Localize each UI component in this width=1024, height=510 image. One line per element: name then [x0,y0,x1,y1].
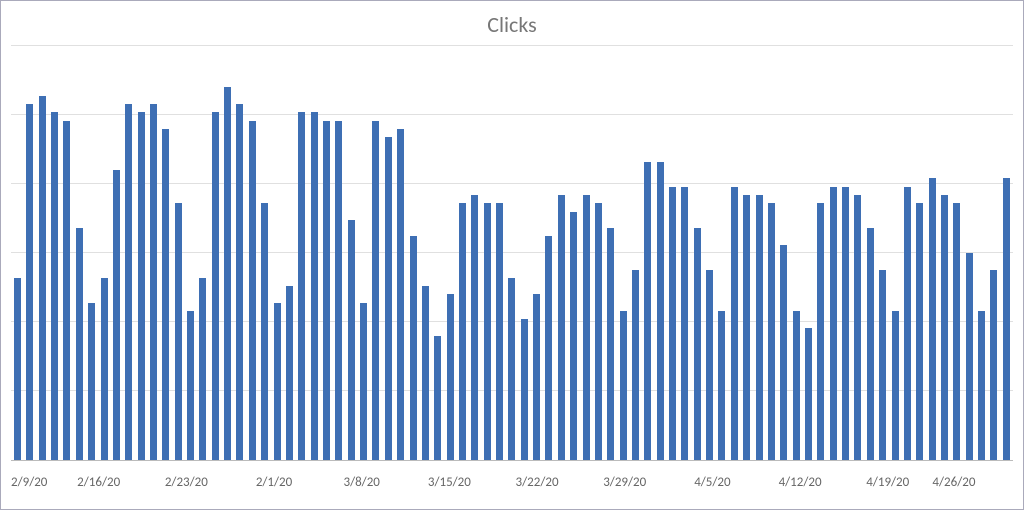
bar [570,212,577,460]
x-axis-labels: 2/9/20 2/16/20 2/23/20 2/1/20 3/8/20 3/15/20 3… [11,475,1013,495]
bar [768,203,775,460]
bar [953,203,960,460]
bar [854,195,861,460]
bar [978,311,985,460]
bar [26,104,33,460]
bar [101,278,108,460]
bar [558,195,565,460]
bar [583,195,590,460]
bar [63,121,70,460]
x-tick-label: 3/22/20 [516,475,559,490]
bar [706,270,713,460]
bar [372,121,379,460]
bar [941,195,948,460]
bar [224,87,231,460]
x-tick-label: 4/5/20 [694,475,730,490]
bar [88,303,95,460]
bar [471,195,478,460]
x-tick-label: 4/26/20 [932,475,975,490]
bar [335,121,342,460]
bar [298,112,305,460]
bar [14,278,21,460]
bar [311,112,318,460]
x-tick-label: 4/19/20 [866,475,909,490]
bar [521,319,528,460]
bar [669,187,676,460]
bar [484,203,491,460]
bar [929,178,936,460]
bar [51,112,58,460]
bar [113,170,120,460]
bar [323,121,330,460]
bar [236,104,243,460]
bar [533,294,540,460]
bar [360,303,367,460]
x-tick-label: 3/15/20 [428,475,471,490]
chart-container: Clicks 2/9/20 2/16/20 2/23/20 2/1/20 3/8/20 3… [0,0,1024,510]
bar [138,112,145,460]
bar [187,311,194,460]
bar [966,253,973,460]
bar [434,336,441,460]
bar [904,187,911,460]
bar [199,278,206,460]
bar [261,203,268,460]
bar [125,104,132,460]
bar [916,203,923,460]
bar [508,278,515,460]
bar [1003,178,1010,460]
bar [731,187,738,460]
bar [595,203,602,460]
bar [496,203,503,460]
x-tick-label: 2/9/20 [11,475,47,490]
bar [842,187,849,460]
x-tick-label: 3/8/20 [343,475,379,490]
bar [545,236,552,460]
x-tick-label: 4/12/20 [779,475,822,490]
bar [212,112,219,460]
bar [681,187,688,460]
chart-title: Clicks [11,11,1013,38]
x-tick-label: 3/29/20 [603,475,646,490]
x-tick-label: 2/1/20 [256,475,292,490]
bar [162,129,169,460]
bar [718,311,725,460]
bar [39,96,46,460]
bar [694,228,701,460]
plot-area [11,46,1013,461]
bar [620,311,627,460]
bar [805,328,812,460]
bar [150,104,157,460]
bar [286,286,293,460]
bar [867,228,874,460]
bar [756,195,763,460]
bar [607,228,614,460]
x-tick-label: 2/16/20 [77,475,120,490]
bars-area [11,46,1013,460]
bar [422,286,429,460]
bar [274,303,281,460]
bar [447,294,454,460]
bar [879,270,886,460]
bar [743,195,750,460]
bar [76,228,83,460]
bar [780,245,787,460]
bar [397,129,404,460]
bar [459,203,466,460]
bar [793,311,800,460]
bar [644,162,651,460]
bar [385,137,392,460]
bar [410,236,417,460]
bar [830,187,837,460]
bar [632,270,639,460]
bar [348,220,355,460]
bar [249,121,256,460]
bar [175,203,182,460]
x-tick-label: 2/23/20 [165,475,208,490]
bar [657,162,664,460]
bar [817,203,824,460]
bar [990,270,997,460]
bar [892,311,899,460]
